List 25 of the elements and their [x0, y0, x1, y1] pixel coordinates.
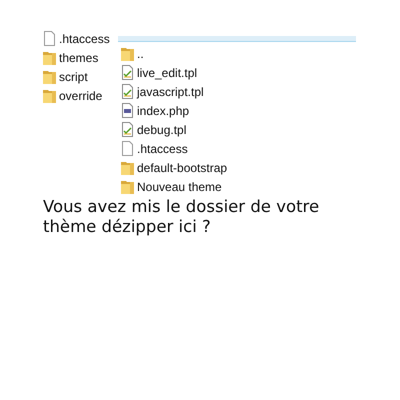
file-name[interactable]: live_edit.tpl — [137, 66, 198, 80]
text-file-icon — [121, 65, 134, 80]
file-icon — [121, 141, 134, 156]
text-file-icon — [121, 84, 134, 99]
script-file-icon — [121, 103, 134, 118]
file-name[interactable]: .htaccess — [59, 32, 110, 46]
question-text: Vous avez mis le dossier de votre thème dézipper ici ? — [43, 197, 320, 237]
file-name[interactable]: javascript.tpl — [137, 84, 204, 98]
folder-icon — [121, 46, 134, 61]
folder-name[interactable]: default-bootstrap — [137, 160, 228, 174]
file-name[interactable]: index.php — [137, 104, 190, 118]
folder-name[interactable]: .. — [137, 46, 144, 60]
folder-name[interactable]: script — [59, 70, 88, 84]
folder-name[interactable]: override — [59, 88, 102, 102]
file-name[interactable]: debug.tpl — [137, 122, 186, 136]
folder-icon — [43, 88, 56, 103]
folder-icon — [43, 50, 56, 65]
folder-name[interactable]: Nouveau theme — [137, 180, 222, 194]
text-file-icon — [121, 122, 134, 137]
folder-icon — [43, 69, 56, 84]
file-icon — [43, 31, 56, 46]
folder-name[interactable]: themes — [59, 50, 98, 64]
file-name[interactable]: .htaccess — [137, 142, 188, 156]
folder-icon — [121, 160, 134, 175]
folder-icon — [121, 179, 134, 194]
